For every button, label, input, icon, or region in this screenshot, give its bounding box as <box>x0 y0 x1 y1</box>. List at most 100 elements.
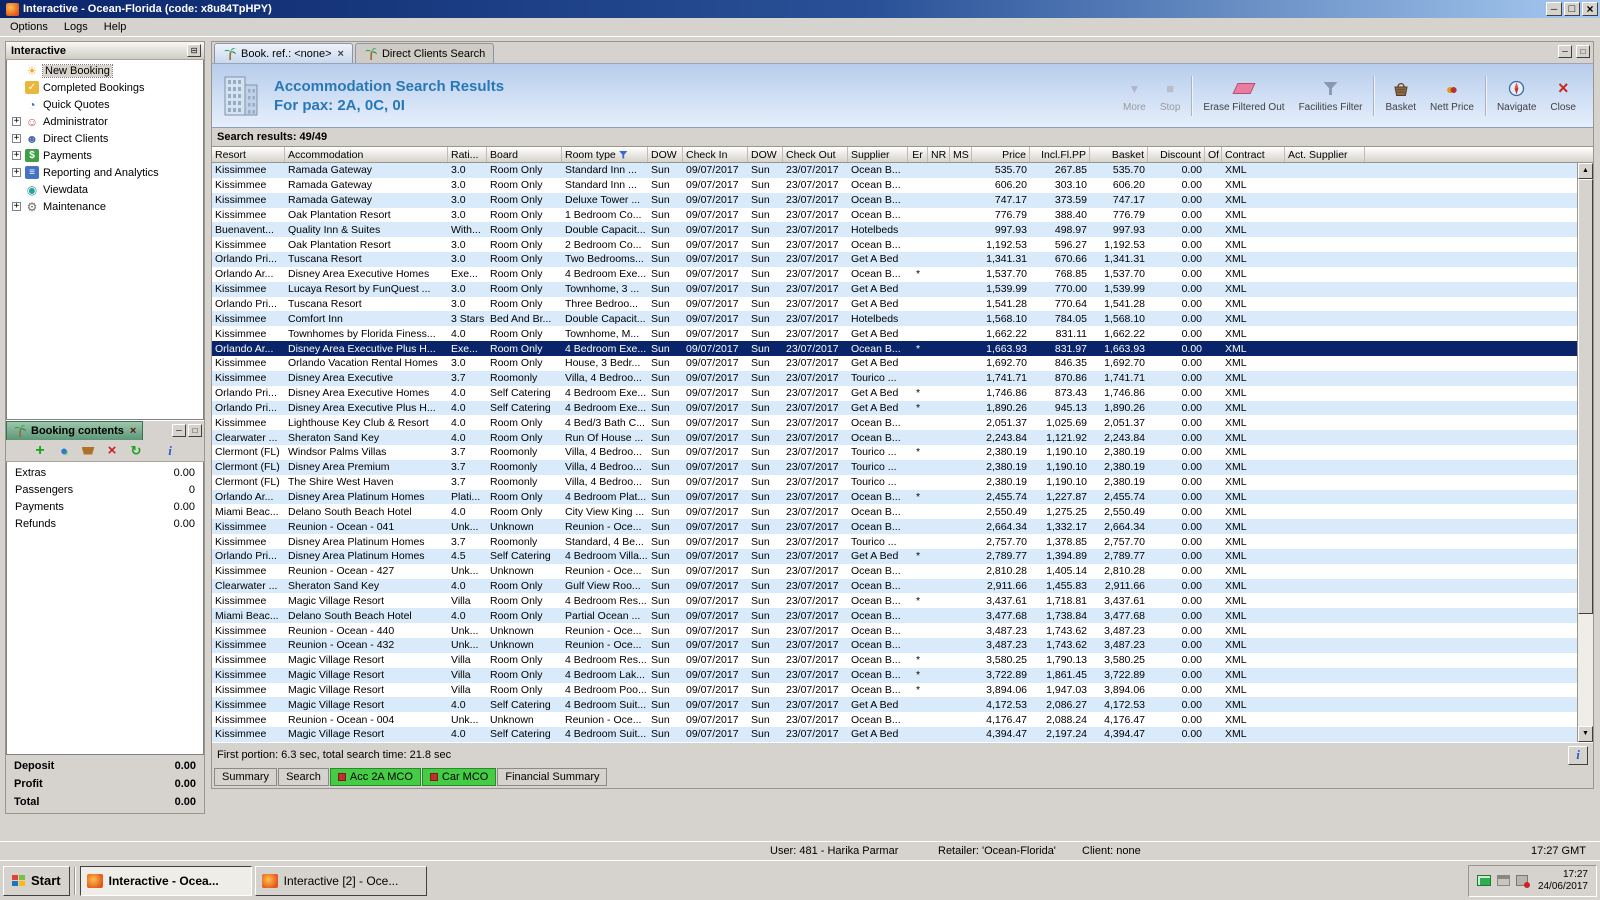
column-header-price[interactable]: Price <box>972 147 1030 162</box>
basket-add-icon[interactable] <box>79 442 97 460</box>
printer-icon[interactable] <box>1496 875 1510 886</box>
table-row[interactable]: Kissimmee Oak Plantation Resort 3.0 Room On… <box>212 207 1577 223</box>
tab-close-icon[interactable]: × <box>338 48 344 60</box>
table-row[interactable]: Kissimmee Oak Plantation Resort 3.0 Room On… <box>212 237 1577 253</box>
table-row[interactable]: Kissimmee Magic Village Resort Villa Room O… <box>212 682 1577 698</box>
tab-book-ref-none[interactable]: Book. ref.: <none> × <box>214 43 353 63</box>
column-header-discount[interactable]: Discount <box>1148 147 1205 162</box>
expander-icon[interactable]: + <box>12 168 21 177</box>
scroll-down-arrow[interactable]: ▼ <box>1578 726 1593 742</box>
panel-minimize-button[interactable]: ─ <box>172 424 186 437</box>
column-header-er[interactable]: Er <box>908 147 928 162</box>
info-button[interactable] <box>1568 745 1588 765</box>
table-row[interactable]: Kissimmee Reunion - Ocean - 004 Unk... Unkn… <box>212 712 1577 728</box>
table-row[interactable]: Kissimmee Disney Area Platinum Homes 3.7 Ro… <box>212 534 1577 549</box>
table-row[interactable]: Orlando Pri... Tuscana Resort 3.0 Room Only… <box>212 296 1577 312</box>
table-row[interactable]: Miami Beac... Delano South Beach Hotel 4.0… <box>212 504 1577 520</box>
table-row[interactable]: Orlando Ar... Disney Area Platinum Homes P… <box>212 489 1577 505</box>
start-button[interactable]: Start <box>3 865 70 896</box>
column-header-dow[interactable]: DOW <box>748 147 783 162</box>
volume-icon[interactable] <box>1515 875 1530 888</box>
tab-direct-clients-search[interactable]: Direct Clients Search <box>354 43 495 63</box>
expander-icon[interactable]: + <box>12 117 21 126</box>
scroll-up-arrow[interactable]: ▲ <box>1578 163 1593 179</box>
table-row[interactable]: Kissimmee Magic Village Resort Villa Room O… <box>212 667 1577 683</box>
sidebar-item-payments[interactable]: + Payments <box>7 147 203 164</box>
nett-price-button[interactable]: Nett Price <box>1423 69 1481 123</box>
table-row[interactable]: Clermont (FL) Windsor Palms Villas 3.7 Room… <box>212 445 1577 460</box>
bottom-tab-summary[interactable]: Summary <box>214 768 278 786</box>
panel-restore-button[interactable]: □ <box>188 424 202 437</box>
maximize-button[interactable] <box>1564 2 1580 16</box>
table-row[interactable]: Kissimmee Reunion - Ocean - 432 Unk... Unkn… <box>212 638 1577 653</box>
column-header-resort[interactable]: Resort <box>212 147 285 162</box>
bottom-tab-acc-2a-mco[interactable]: Acc 2A MCO <box>329 768 421 786</box>
column-header-dow[interactable]: DOW <box>648 147 683 162</box>
column-header-of[interactable]: Of <box>1205 147 1222 162</box>
expander-icon[interactable]: + <box>12 202 21 211</box>
bottom-tab-financial-summary[interactable]: Financial Summary <box>497 768 608 786</box>
table-row[interactable]: Kissimmee Orlando Vacation Rental Homes 3.… <box>212 355 1577 371</box>
booking-contents-close-icon[interactable]: × <box>128 425 136 437</box>
column-header-check-in[interactable]: Check In <box>683 147 748 162</box>
column-header-act-supplier[interactable]: Act. Supplier <box>1285 147 1365 162</box>
table-row[interactable]: Buenavent... Quality Inn & Suites With... R… <box>212 222 1577 238</box>
refresh-icon[interactable] <box>127 442 145 460</box>
expander-icon[interactable]: + <box>12 134 21 143</box>
table-row[interactable]: Kissimmee Ramada Gateway 3.0 Room Only Stand… <box>212 163 1577 178</box>
delete-icon[interactable] <box>103 442 121 460</box>
bottom-tab-search[interactable]: Search <box>278 768 329 786</box>
close-button[interactable]: Close <box>1543 69 1583 123</box>
column-header-accommodation[interactable]: Accommodation <box>285 147 448 162</box>
column-header-incl-fl-pp[interactable]: Incl.Fl.PP <box>1030 147 1090 162</box>
network-icon[interactable] <box>1476 875 1491 886</box>
column-header-basket[interactable]: Basket <box>1090 147 1148 162</box>
table-row[interactable]: Kissimmee Magic Village Resort 4.0 Self Cat… <box>212 697 1577 713</box>
table-row[interactable]: Kissimmee Magic Village Resort Villa Room O… <box>212 652 1577 668</box>
sidebar-item-reporting-and-analytics[interactable]: + Reporting and Analytics <box>7 164 203 181</box>
booking-contents-tab[interactable]: Booking contents × <box>6 421 144 440</box>
table-row[interactable]: Orlando Pri... Disney Area Platinum Homes… <box>212 548 1577 564</box>
table-row[interactable]: Clearwater ... Sheraton Sand Key 4.0 Room O… <box>212 578 1577 594</box>
table-row[interactable]: Kissimmee Disney Area Executive 3.7 Roomonl… <box>212 370 1577 386</box>
menu-help[interactable]: Help <box>96 19 135 35</box>
filter-icon[interactable] <box>618 150 628 159</box>
info-icon[interactable] <box>161 442 179 460</box>
table-row[interactable]: Kissimmee Reunion - Ocean - 440 Unk... Unkn… <box>212 623 1577 638</box>
table-row[interactable]: Clermont (FL) Disney Area Premium 3.7 Roomo… <box>212 459 1577 475</box>
column-header-check-out[interactable]: Check Out <box>783 147 848 162</box>
column-header-rati[interactable]: Rati... <box>448 147 487 162</box>
table-row[interactable]: Kissimmee Townhomes by Florida Finess... 4… <box>212 326 1577 342</box>
table-row[interactable]: Kissimmee Magic Village Resort 4.0 Self Cat… <box>212 727 1577 742</box>
table-row[interactable]: Kissimmee Magic Village Resort Villa Room O… <box>212 593 1577 609</box>
table-row[interactable]: Kissimmee Comfort Inn 3 Stars Bed And Br...… <box>212 311 1577 327</box>
table-row[interactable]: Orlando Pri... Disney Area Executive Home… <box>212 385 1577 401</box>
erase-filtered-out-button[interactable]: Erase Filtered Out <box>1196 69 1291 123</box>
sidebar-item-maintenance[interactable]: + Maintenance <box>7 198 203 215</box>
taskbar-app[interactable]: Interactive - Ocea... <box>79 865 252 896</box>
navigate-button[interactable]: Navigate <box>1490 69 1543 123</box>
sidebar-item-completed-bookings[interactable]: Completed Bookings <box>7 79 203 96</box>
sidebar-item-new-booking[interactable]: New Booking <box>7 62 203 79</box>
table-row[interactable]: Orlando Pri... Tuscana Resort 3.0 Room Only… <box>212 252 1577 267</box>
table-row[interactable]: Kissimmee Lucaya Resort by FunQuest ... 3.… <box>212 281 1577 297</box>
table-row[interactable]: Kissimmee Ramada Gateway 3.0 Room Only Delux… <box>212 192 1577 208</box>
table-row[interactable]: Kissimmee Ramada Gateway 3.0 Room Only Stand… <box>212 177 1577 193</box>
column-header-room-type[interactable]: Room type <box>562 147 648 162</box>
sidebar-item-administrator[interactable]: + Administrator <box>7 113 203 130</box>
table-row[interactable]: Kissimmee Lighthouse Key Club & Resort 4.0… <box>212 415 1577 431</box>
table-row[interactable]: Orlando Ar... Disney Area Executive Plus … <box>212 341 1577 356</box>
table-row[interactable]: Clearwater ... Sheraton Sand Key 4.0 Room O… <box>212 430 1577 446</box>
collapse-panel-button[interactable]: ⊟ <box>187 44 201 57</box>
bottom-tab-car-mco[interactable]: Car MCO <box>421 768 497 786</box>
table-row[interactable]: Kissimmee Reunion - Ocean - 041 Unk... Unkn… <box>212 519 1577 535</box>
column-header-board[interactable]: Board <box>487 147 562 162</box>
column-header-ms[interactable]: MS <box>950 147 972 162</box>
world-icon[interactable] <box>55 442 73 460</box>
close-button[interactable] <box>1582 2 1598 16</box>
table-row[interactable]: Orlando Ar... Disney Area Executive Homes… <box>212 266 1577 282</box>
mdi-restore-button[interactable]: □ <box>1576 45 1590 58</box>
sidebar-item-viewdata[interactable]: Viewdata <box>7 181 203 198</box>
column-header-nr[interactable]: NR <box>928 147 950 162</box>
sidebar-item-quick-quotes[interactable]: Quick Quotes <box>7 96 203 113</box>
